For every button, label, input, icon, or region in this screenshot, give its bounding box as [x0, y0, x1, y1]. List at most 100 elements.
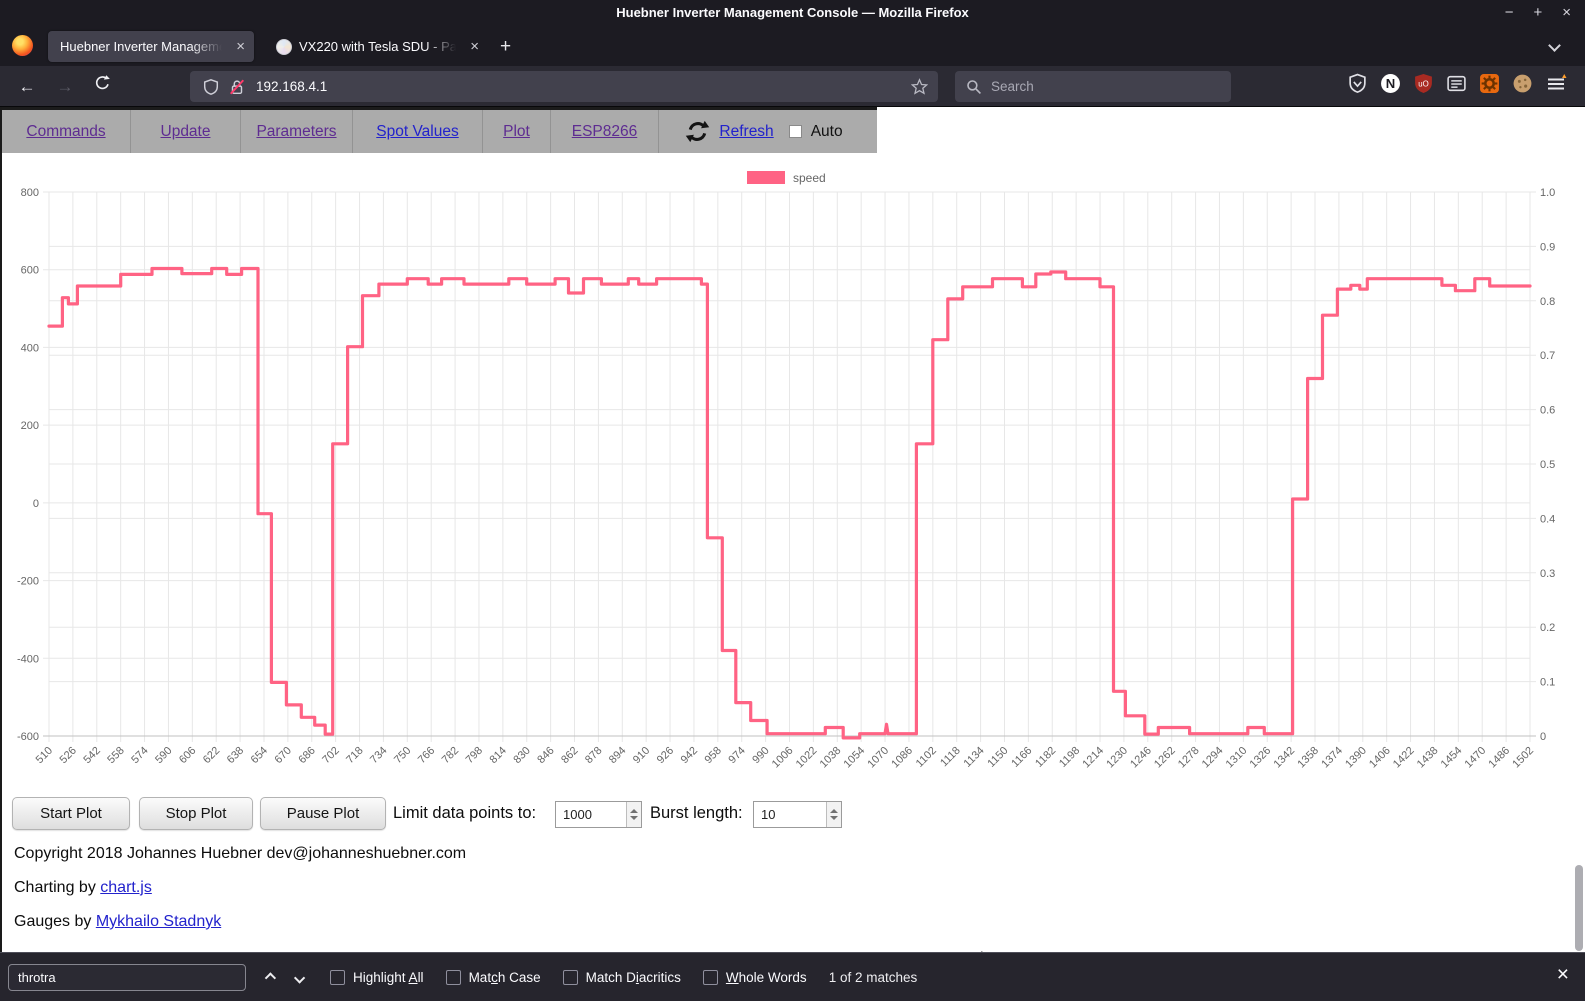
new-tab-button[interactable]: + [500, 37, 511, 56]
find-option-label: Highlight All [353, 970, 424, 985]
x-tick-label: 1118 [938, 745, 963, 770]
reader-extension-icon[interactable] [1446, 73, 1467, 94]
list-all-tabs-chevron-icon[interactable] [1548, 39, 1561, 52]
gear-extension-icon[interactable] [1479, 73, 1500, 94]
forward-button[interactable]: → [52, 74, 78, 100]
limit-input[interactable] [556, 802, 626, 827]
y-left-tick-label: -200 [17, 576, 39, 588]
nav-cell-refresh: Refresh Auto [659, 110, 869, 153]
x-tick-label: 510 [34, 745, 55, 766]
y-left-tick-label: 0 [33, 498, 39, 510]
bookmark-star-icon[interactable] [911, 78, 928, 95]
x-tick-label: 1230 [1104, 745, 1130, 771]
x-tick-label: 1422 [1391, 745, 1417, 771]
x-tick-label: 878 [583, 745, 604, 766]
find-option-match-diacritics[interactable]: Match Diacritics [563, 970, 681, 985]
cookie-extension-icon[interactable] [1512, 73, 1533, 94]
reload-button[interactable] [88, 74, 114, 100]
nav-link-spot-values[interactable]: Spot Values [376, 123, 458, 141]
burst-spinner[interactable] [826, 802, 841, 827]
find-input[interactable] [8, 964, 246, 991]
find-close-icon[interactable]: × [1557, 963, 1569, 987]
url-bar[interactable]: 192.168.4.1 [190, 71, 938, 102]
checkbox-whole-words[interactable] [703, 970, 718, 985]
find-matches-status: 1 of 2 matches [829, 970, 918, 985]
x-tick-label: 766 [416, 745, 437, 766]
limit-spinner[interactable] [626, 802, 641, 827]
scrollbar-thumb[interactable] [1575, 865, 1583, 951]
search-bar[interactable]: Search [955, 71, 1231, 102]
shield-extension-icon[interactable] [1347, 73, 1368, 94]
nav-link-esp8266[interactable]: ESP8266 [572, 123, 638, 141]
ublock-icon[interactable]: uO [1413, 73, 1434, 94]
burst-input[interactable] [754, 802, 826, 827]
gauges-link[interactable]: Mykhailo Stadnyk [96, 913, 221, 930]
auto-refresh-checkbox[interactable] [789, 125, 802, 138]
checkbox-match-diacritics[interactable] [563, 970, 578, 985]
x-tick-label: 1310 [1224, 745, 1250, 771]
nav-link-commands[interactable]: Commands [26, 123, 105, 141]
x-tick-label: 942 [679, 745, 700, 766]
x-tick-label: 862 [559, 745, 580, 766]
checkbox-match-case[interactable] [446, 970, 461, 985]
y-right-tick-label: 0.2 [1540, 622, 1555, 634]
x-tick-label: 894 [607, 745, 628, 766]
y-right-tick-label: 0.5 [1540, 459, 1555, 471]
url-text: 192.168.4.1 [256, 79, 327, 94]
y-left-tick-label: -600 [17, 731, 39, 743]
find-option-whole-words[interactable]: Whole Words [703, 970, 807, 985]
y-right-tick-label: 0.3 [1540, 568, 1555, 580]
n-extension-icon[interactable]: N [1380, 73, 1401, 94]
charting-prefix: Charting by [14, 879, 100, 896]
find-previous-button[interactable] [256, 965, 282, 991]
tab-vx220[interactable]: VX220 with Tesla SDU - Pag × [268, 31, 488, 62]
nav-cell-update: Update [131, 110, 241, 153]
find-bar: Highlight All Match Case Match Diacritics W… [0, 952, 1585, 1001]
tab-huebner-console[interactable]: Huebner Inverter Management × [48, 31, 254, 62]
x-tick-label: 1038 [818, 745, 844, 771]
x-tick-label: 958 [702, 745, 723, 766]
x-tick-label: 1214 [1080, 745, 1106, 771]
tab-title: VX220 with Tesla SDU - Pag [299, 39, 461, 54]
x-tick-label: 638 [225, 745, 246, 766]
back-button[interactable]: ← [14, 74, 40, 100]
start-plot-button[interactable]: Start Plot [12, 797, 130, 830]
x-tick-label: 1054 [841, 745, 867, 771]
tracking-shield-icon[interactable] [202, 78, 220, 96]
insecure-lock-icon[interactable] [228, 78, 246, 96]
find-option-match-case[interactable]: Match Case [446, 970, 541, 985]
refresh-icon[interactable] [685, 119, 710, 144]
pause-plot-button[interactable]: Pause Plot [260, 797, 386, 830]
minimize-button[interactable]: − [1505, 4, 1514, 22]
maximize-button[interactable]: + [1533, 4, 1542, 22]
nav-link-parameters[interactable]: Parameters [256, 123, 336, 141]
checkbox-highlight-all[interactable] [330, 970, 345, 985]
nav-link-update[interactable]: Update [161, 123, 211, 141]
browser-window: Huebner Inverter Management Console — Mo… [0, 0, 1585, 1001]
tab-close-icon[interactable]: × [461, 38, 488, 55]
nav-cell-spot-values: Spot Values [353, 110, 483, 153]
stop-plot-button[interactable]: Stop Plot [139, 797, 253, 830]
x-tick-label: 558 [105, 745, 126, 766]
y-right-tick-label: 0.8 [1540, 296, 1555, 308]
x-tick-label: 750 [392, 745, 413, 766]
x-tick-label: 1454 [1439, 745, 1465, 771]
x-tick-label: 1086 [889, 745, 915, 771]
x-tick-label: 830 [511, 745, 532, 766]
window-close-button[interactable]: × [1562, 4, 1571, 22]
x-tick-label: 702 [320, 745, 341, 766]
search-placeholder: Search [991, 79, 1034, 94]
menu-icon[interactable] [1545, 73, 1567, 94]
refresh-link[interactable]: Refresh [719, 123, 773, 141]
chartjs-link[interactable]: chart.js [100, 879, 152, 896]
find-option-label: Whole Words [726, 970, 807, 985]
nav-link-plot[interactable]: Plot [503, 123, 530, 141]
window-controls: − + × [1505, 4, 1571, 22]
nav-cell-commands: Commands [2, 110, 131, 153]
x-tick-label: 686 [296, 745, 317, 766]
find-next-button[interactable] [288, 965, 314, 991]
svg-text:N: N [1386, 76, 1395, 91]
firefox-logo-icon[interactable] [12, 35, 33, 56]
tab-close-icon[interactable]: × [227, 38, 254, 55]
find-option-highlight-all[interactable]: Highlight All [330, 970, 424, 985]
